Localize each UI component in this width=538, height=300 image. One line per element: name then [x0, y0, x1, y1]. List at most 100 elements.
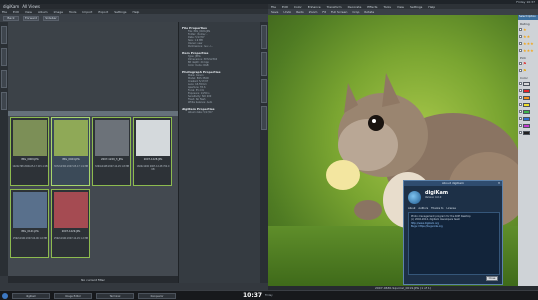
- close-icon[interactable]: ✕: [497, 181, 501, 185]
- rating-option[interactable]: ★★★: [518, 40, 538, 47]
- task-konqueror[interactable]: Konqueror: [138, 293, 176, 299]
- album-preview-area: [8, 22, 178, 112]
- task-digikam[interactable]: digiKam: [12, 293, 50, 299]
- thumbnail-item[interactable]: 2007-1229.JPG 2592x1944 2007-12-29 1.2 M…: [51, 189, 90, 258]
- color-checkbox[interactable]: [519, 96, 522, 99]
- fullscreen-button[interactable]: Full Screen: [331, 10, 347, 14]
- menu-tools[interactable]: Tools: [69, 10, 76, 14]
- menu-image[interactable]: Image: [54, 10, 63, 14]
- thumbnail-item[interactable]: 2007-1229_3_JPG 3264x2448 2007-12-29 1.8…: [92, 117, 131, 186]
- color-option[interactable]: [518, 122, 538, 129]
- close-button[interactable]: Close: [486, 276, 498, 281]
- thumbnail-item-selected[interactable]: IMG_0024.JPG 3072x2304 2007-05-17 1.9 MB: [51, 117, 90, 186]
- application-launcher-icon[interactable]: [2, 293, 8, 299]
- tab-license[interactable]: License: [446, 207, 455, 210]
- pick-checkbox[interactable]: [519, 62, 522, 65]
- menu-effects[interactable]: Effects: [367, 5, 377, 9]
- menu-settings[interactable]: Settings: [114, 10, 126, 14]
- rating-checkbox[interactable]: [519, 28, 522, 31]
- pick-option[interactable]: ⚑: [518, 60, 538, 67]
- rating-option[interactable]: ★★: [518, 33, 538, 40]
- color-checkbox[interactable]: [519, 89, 522, 92]
- rotate-button[interactable]: Rotate: [364, 10, 374, 14]
- thumbnail-name: 2007-1229_3_JPG: [101, 158, 123, 161]
- color-swatch: [523, 102, 530, 107]
- thumbnail-item[interactable]: IMG_0009.JPG 1024x768 2006-05-17 215.1 K…: [10, 117, 49, 186]
- sidebar-button[interactable]: Sidebar: [43, 15, 59, 21]
- thumbnail-grid: IMG_0009.JPG 1024x768 2006-05-17 215.1 K…: [8, 117, 178, 267]
- menu-decorate[interactable]: Decorate: [348, 5, 362, 9]
- thumbnail-item[interactable]: 2007-1228.JPG 1600x1200 2007-12-28 702.0…: [133, 117, 172, 186]
- color-option[interactable]: [518, 87, 538, 94]
- color-option[interactable]: [518, 108, 538, 115]
- crop-button[interactable]: Crop: [352, 10, 359, 14]
- left-sidebar-tabs: [0, 22, 8, 276]
- color-swatch: [523, 123, 530, 128]
- menu-file[interactable]: File: [271, 5, 276, 9]
- fit-button[interactable]: Fit: [322, 10, 326, 14]
- rating-checkbox[interactable]: [519, 49, 522, 52]
- menu-view[interactable]: View: [25, 10, 32, 14]
- thumbnail-name: IMG_0024.JPG: [62, 158, 80, 161]
- thumbnail-name: 2007-1229.JPG: [61, 230, 81, 233]
- menu-export[interactable]: Export: [98, 10, 108, 14]
- color-option[interactable]: [518, 129, 538, 136]
- redo-button[interactable]: Redo: [296, 10, 304, 14]
- properties-tab[interactable]: [261, 25, 267, 49]
- color-option[interactable]: [518, 115, 538, 122]
- color-checkbox[interactable]: [519, 131, 522, 134]
- task-terminal[interactable]: Terminal: [96, 293, 134, 299]
- pick-checkbox[interactable]: [519, 69, 522, 72]
- colors-tab[interactable]: [261, 79, 267, 103]
- bugs-link[interactable]: Bugs: https://bugs.kde.org: [411, 225, 497, 228]
- search-tab[interactable]: [1, 70, 7, 88]
- menu-album[interactable]: Album: [38, 10, 48, 14]
- rating-option[interactable]: ★★★: [518, 47, 538, 54]
- rating-checkbox[interactable]: [519, 35, 522, 38]
- timeline-tab[interactable]: [1, 92, 7, 110]
- color-option[interactable]: [518, 101, 538, 108]
- menu-file[interactable]: File: [2, 10, 7, 14]
- about-content: Photo management program for the KDE Des…: [408, 212, 500, 275]
- tab-about[interactable]: About: [408, 207, 415, 210]
- menu-tools[interactable]: Tools: [384, 5, 391, 9]
- menu-help[interactable]: Help: [133, 10, 140, 14]
- color-checkbox[interactable]: [519, 82, 522, 85]
- color-checkbox[interactable]: [519, 110, 522, 113]
- view-tab[interactable]: All Views: [22, 4, 40, 9]
- color-option[interactable]: [518, 80, 538, 87]
- zoom-button[interactable]: Zoom: [309, 10, 318, 14]
- menu-settings[interactable]: Settings: [410, 5, 422, 9]
- menu-edit[interactable]: Edit: [13, 10, 19, 14]
- menu-enhance[interactable]: Enhance: [308, 5, 321, 9]
- thumbnail-item[interactable]: IMG_0141.JPG 2592x1944 2007-04-06 1.6 MB: [10, 189, 49, 258]
- metadata-tab[interactable]: [261, 52, 267, 76]
- menu-transform[interactable]: Transform: [327, 5, 342, 9]
- tags-tab[interactable]: [1, 48, 7, 66]
- back-button[interactable]: Back: [3, 15, 19, 21]
- clock[interactable]: 10:37: [243, 292, 262, 299]
- tab-authors[interactable]: Authors: [418, 207, 428, 210]
- menu-edit[interactable]: Edit: [282, 5, 288, 9]
- color-checkbox[interactable]: [519, 124, 522, 127]
- menu-help[interactable]: Help: [428, 5, 435, 9]
- rating-option[interactable]: ★: [518, 26, 538, 33]
- save-button[interactable]: Save: [271, 10, 278, 14]
- albums-tab[interactable]: [1, 26, 7, 44]
- thumbnail-name: 2007-1228.JPG: [143, 158, 163, 161]
- pick-option[interactable]: ⚑: [518, 67, 538, 74]
- date-text: Friday: [265, 294, 273, 297]
- properties-sidebar: File Properties File: IMG_0024.JPG Folde…: [178, 22, 260, 283]
- color-option[interactable]: [518, 94, 538, 101]
- forward-button[interactable]: Forward: [23, 15, 39, 21]
- color-checkbox[interactable]: [519, 103, 522, 106]
- undo-button[interactable]: Undo: [283, 10, 291, 14]
- menu-import[interactable]: Import: [82, 10, 92, 14]
- task-image-editor[interactable]: Image Editor: [54, 293, 92, 299]
- geolocation-tab[interactable]: [261, 106, 267, 130]
- tab-thanks[interactable]: Thanks to: [431, 207, 443, 210]
- menu-view[interactable]: View: [397, 5, 404, 9]
- menu-color[interactable]: Color: [294, 5, 302, 9]
- rating-checkbox[interactable]: [519, 42, 522, 45]
- color-checkbox[interactable]: [519, 117, 522, 120]
